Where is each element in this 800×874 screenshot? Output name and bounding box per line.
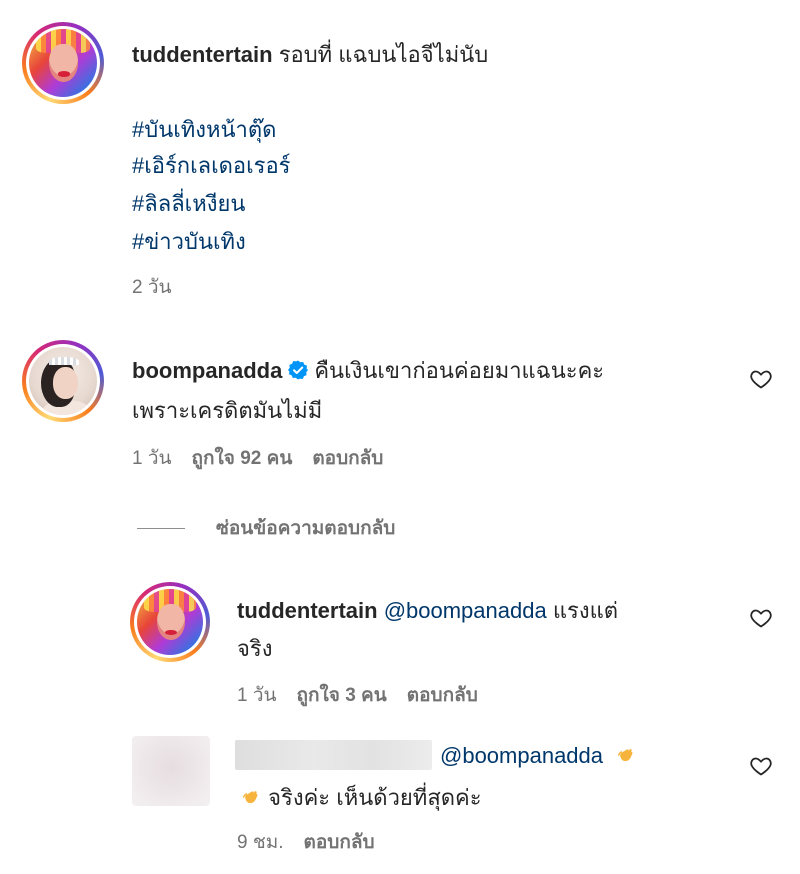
reply-2-mention[interactable]: @boompanadda [440,743,603,768]
hashtag-2[interactable]: #เอิร์กเลเดอเรอร์ [132,148,291,184]
heart-icon[interactable] [749,606,773,630]
heart-icon[interactable] [749,754,773,778]
comment-2-username[interactable]: boompanadda [132,358,282,383]
clapping-hands-emoji-icon [242,791,258,804]
comment-1-text: รอบที่ แฉบนไอจีไม่นับ [278,42,489,67]
reply-1-text-2: จริง [237,636,273,661]
hashtag-3[interactable]: #ลิลลี่เหงียน [132,186,245,222]
heart-icon[interactable] [749,367,773,391]
reply-2-reply-button[interactable]: ตอบกลับ [304,832,375,853]
reply-2-line-1: @boompanadda [440,737,637,775]
reply-1-time[interactable]: 1 วัน [237,685,277,706]
hashtag-1[interactable]: #บันเทิงหน้าตุ๊ด [132,112,276,148]
comment-2-meta: 1 วัน ถูกใจ 92 คน ตอบกลับ [132,447,403,471]
reply-1-mention[interactable]: @boompanadda [384,598,547,623]
comment-2-time[interactable]: 1 วัน [132,448,172,469]
reply-1-likes[interactable]: ถูกใจ 3 คน [297,685,387,706]
reply-1-reply-button[interactable]: ตอบกลับ [407,685,478,706]
comment-2-likes[interactable]: ถูกใจ 92 คน [192,448,293,469]
comment-2-text-2: เพราะเครดิตมันไม่มี [132,398,323,423]
comment-1-meta: 2 วัน [132,276,192,300]
hide-replies-divider [137,528,185,529]
reply-1-line-1: tuddentertain @boompanadda แรงแต่ [237,592,618,630]
reply-1-meta: 1 วัน ถูกใจ 3 คน ตอบกลับ [237,684,498,708]
username-blurred[interactable] [235,740,432,770]
reply-2-time[interactable]: 9 ชม. [237,832,284,853]
avatar-blurred[interactable] [132,736,210,806]
comment-1-line: tuddentertain รอบที่ แฉบนไอจีไม่นับ [132,36,488,74]
reply-2-line-2: จริงค่ะ เห็นด้วยที่สุดค่ะ [240,779,482,817]
comment-2-line-1: boompanadda คืนเงินเขาก่อนค่อยมาแฉนะคะ [132,352,604,390]
avatar-boompanadda[interactable] [22,340,104,422]
clapping-hands-emoji-icon [618,749,633,762]
reply-1-username[interactable]: tuddentertain [237,598,378,623]
avatar-tuddentertain-reply[interactable] [130,582,210,662]
verified-badge-icon [288,360,309,380]
reply-2-text: จริงค่ะ เห็นด้วยที่สุดค่ะ [268,785,482,810]
hashtag-4[interactable]: #ข่าวบันเทิง [132,224,246,260]
comment-2-text-1: คืนเงินเขาก่อนค่อยมาแฉนะคะ [314,358,605,383]
reply-2-meta: 9 ชม. ตอบกลับ [237,831,395,855]
hide-replies-button[interactable]: ซ่อนข้อความตอบกลับ [216,517,395,541]
reply-1-text-1: แรงแต่ [552,598,619,623]
comment-1-username[interactable]: tuddentertain [132,42,273,67]
avatar-tuddentertain[interactable] [22,22,104,104]
comment-1-time[interactable]: 2 วัน [132,277,172,298]
comment-2-reply-button[interactable]: ตอบกลับ [312,448,383,469]
